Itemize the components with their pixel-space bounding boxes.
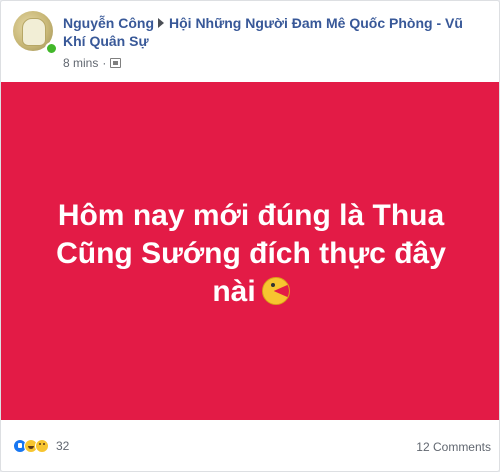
post-footer: 32 12 Comments [1,433,499,461]
post-meta: 8 mins · [63,56,122,70]
avatar-figure [22,18,46,46]
pacman-emoji-icon [261,277,290,305]
author-name-link[interactable]: Nguyễn Công [63,15,154,31]
reaction-count[interactable]: 32 [56,439,69,453]
post-timestamp[interactable]: 8 mins [63,56,98,70]
post-title-line: Nguyễn Công Hội Những Người Đam Mê Quốc P… [63,14,488,50]
meta-separator: · [102,56,107,70]
comments-count-link[interactable]: 12 Comments [416,440,491,454]
post-text: Hôm nay mới đúng là Thua Cũng Sướng đích… [56,199,446,308]
online-status-icon [45,42,58,55]
arrow-right-icon [158,18,164,28]
sad-icon [35,439,49,453]
post-card: Nguyễn Công Hội Những Người Đam Mê Quốc P… [0,0,500,472]
reactions-summary[interactable]: 32 [13,439,69,453]
post-body: Hôm nay mới đúng là Thua Cũng Sướng đích… [51,197,451,311]
post-header: Nguyễn Công Hội Những Người Đam Mê Quốc P… [13,11,493,73]
group-audience-icon[interactable] [110,58,122,68]
